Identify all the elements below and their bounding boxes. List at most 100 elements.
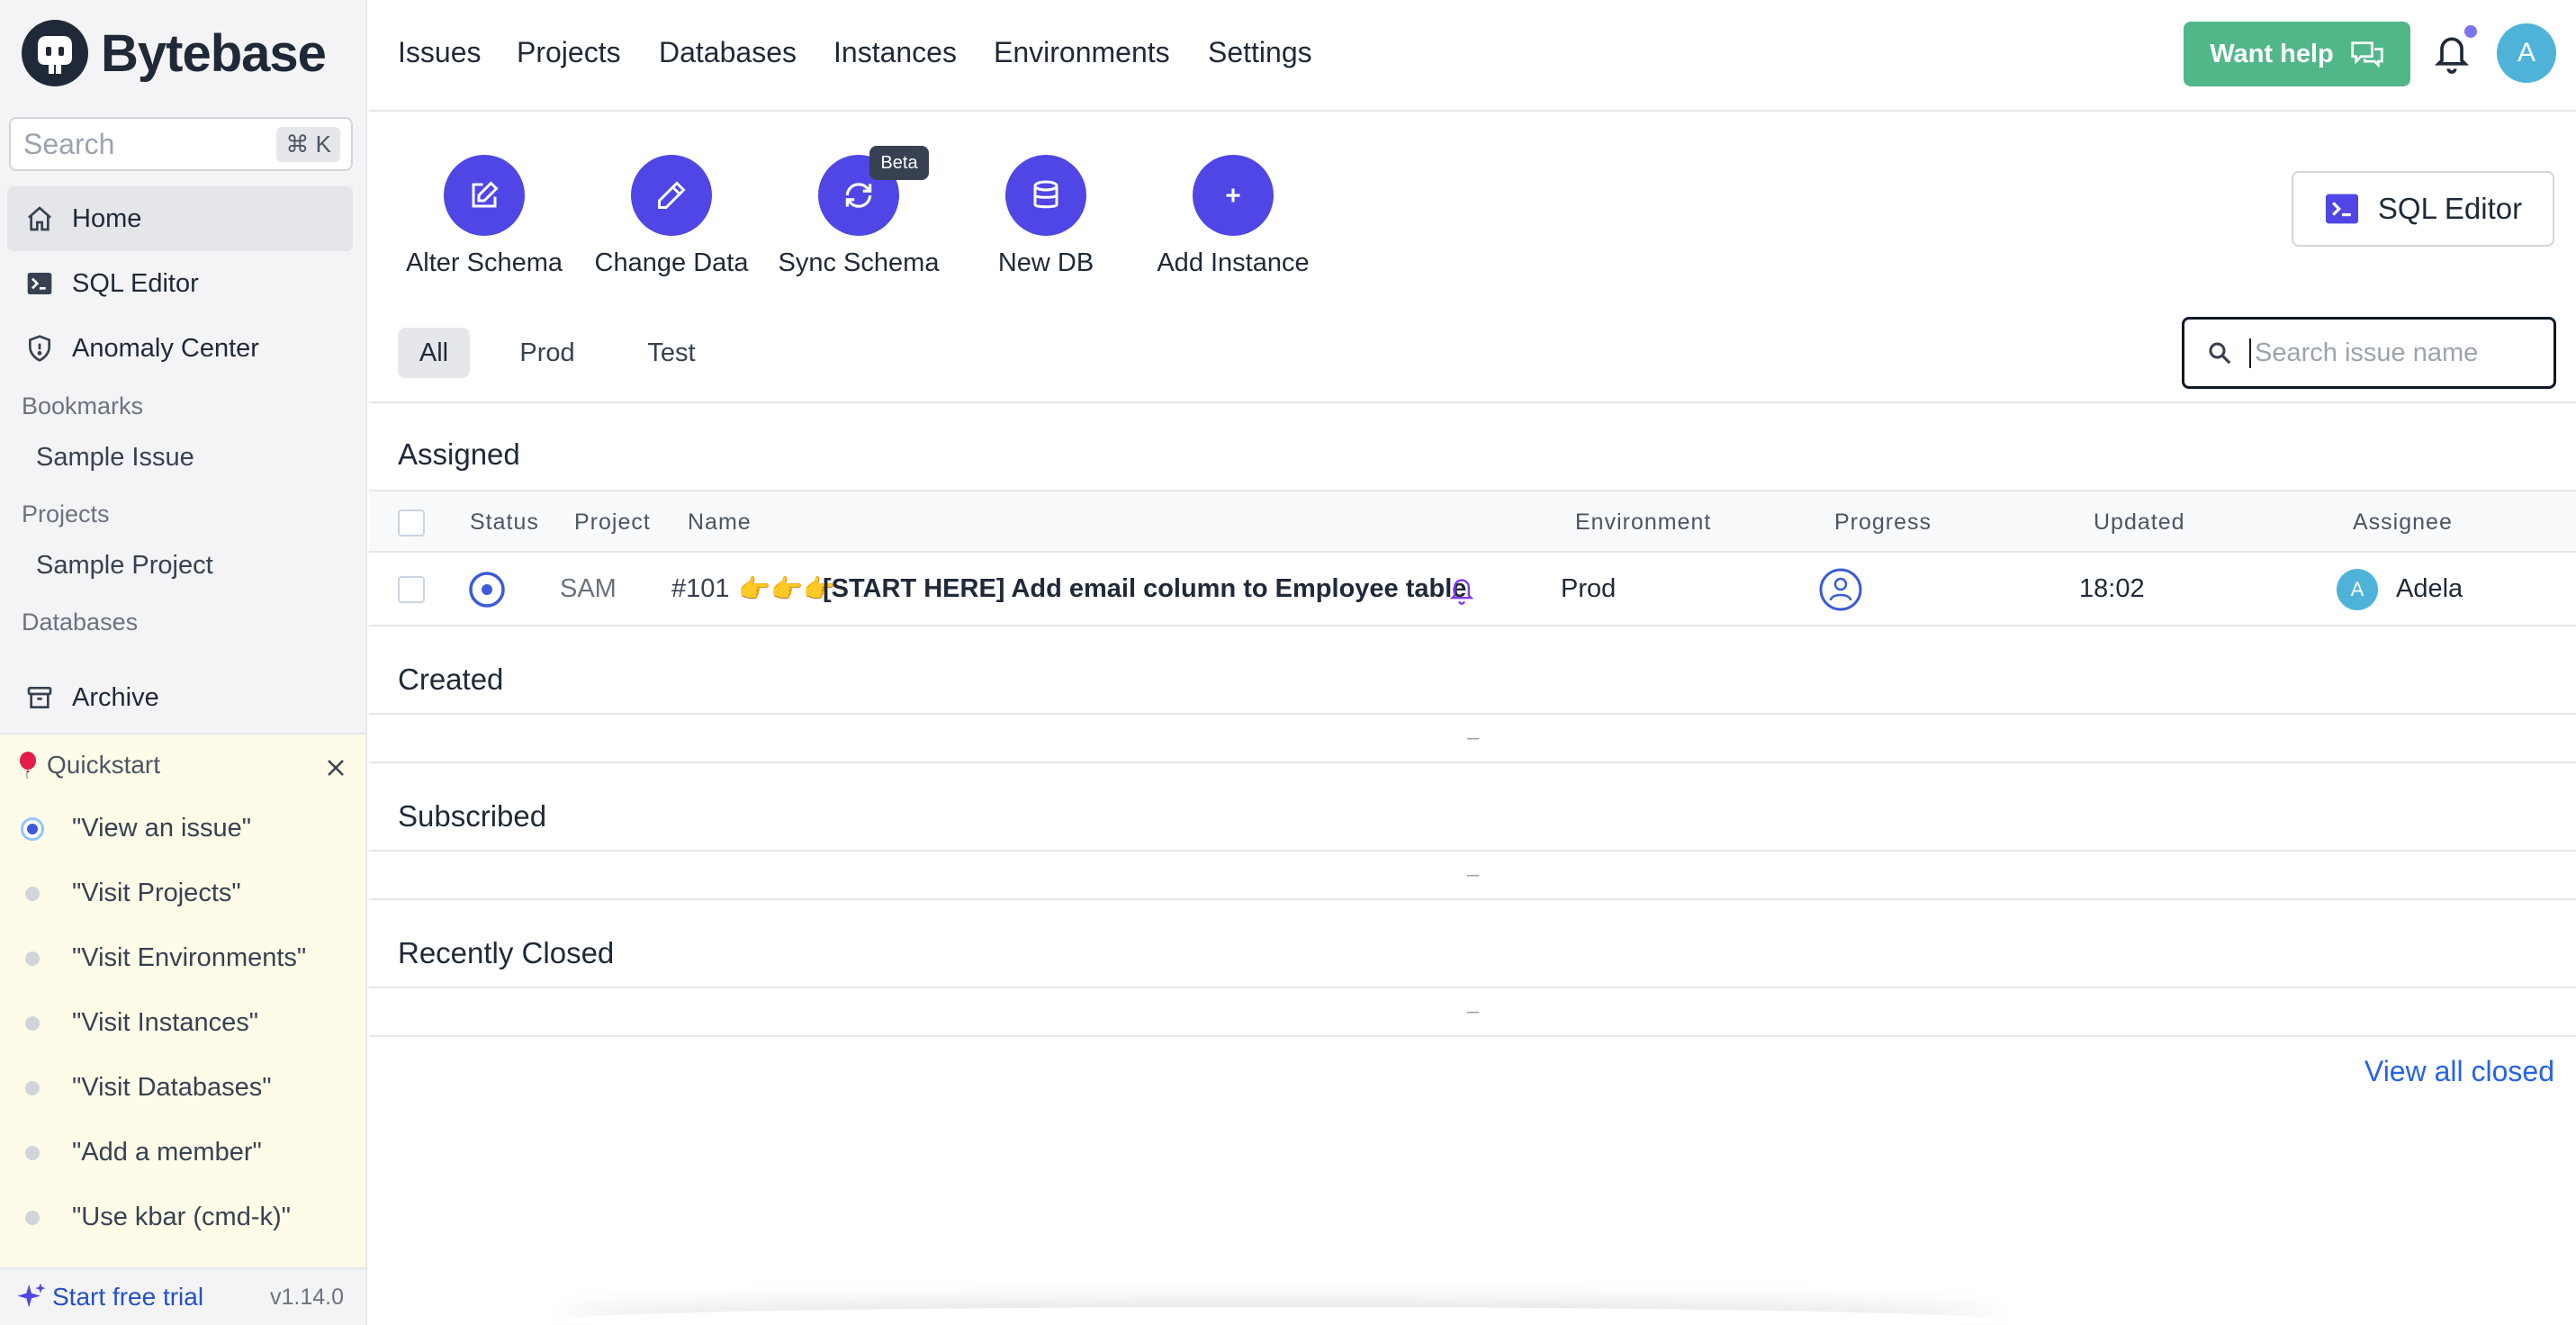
sidebar-item-anomaly-center[interactable]: Anomaly Center	[7, 316, 353, 381]
divider	[369, 898, 2576, 900]
row-issue-id: #101	[671, 574, 730, 603]
quick-action-label: Alter Schema	[405, 248, 563, 277]
quickstart-panel: Quickstart "View an issue" "Visit Projec…	[0, 733, 365, 1267]
nav-settings[interactable]: Settings	[1208, 36, 1312, 69]
table-header: Status Project Name Environment Progress…	[369, 490, 2576, 553]
quick-action-label: New DB	[997, 248, 1094, 277]
plus-icon	[1193, 155, 1274, 236]
issue-search-placeholder: Search issue name	[2249, 338, 2478, 368]
tab-all[interactable]: All	[398, 328, 470, 378]
sidebar-item-label: Home	[72, 203, 142, 233]
tab-prod[interactable]: Prod	[509, 328, 585, 378]
bottom-shadow	[558, 1307, 1998, 1325]
sidebar-search-placeholder: Search	[23, 127, 115, 160]
quickstart-item[interactable]: "Use kbar (cmd-k)"	[25, 1203, 291, 1232]
row-issue-name[interactable]: [START HERE] Add email column to Employe…	[823, 574, 1466, 604]
pencil-icon	[631, 155, 712, 236]
divider	[369, 401, 2576, 403]
column-name: Name	[688, 509, 752, 535]
table-row[interactable]: SAM #101 👉👉👉 [START HERE] Add email colu…	[369, 553, 2576, 626]
sql-editor-label: SQL Editor	[2377, 192, 2523, 225]
select-all-checkbox[interactable]	[398, 509, 425, 536]
nav-environments[interactable]: Environments	[994, 36, 1170, 69]
bookmarks-heading: Bookmarks	[22, 392, 144, 419]
column-updated: Updated	[2094, 509, 2185, 535]
quickstart-item[interactable]: "View an issue"	[21, 814, 251, 843]
row-checkbox[interactable]	[398, 576, 425, 603]
step-pending-icon	[25, 1145, 40, 1160]
change-data-button[interactable]: Change Data	[581, 155, 761, 278]
quickstart-item[interactable]: "Visit Projects"	[25, 879, 241, 908]
sidebar-footer: Start free trial v1.14.0	[0, 1267, 365, 1325]
quick-action-label: Add Instance	[1157, 248, 1310, 277]
terminal-icon	[23, 267, 56, 300]
column-assignee: Assignee	[2353, 509, 2453, 535]
projects-heading: Projects	[22, 500, 110, 527]
row-updated: 18:02	[2079, 574, 2145, 603]
start-free-trial-label: Start free trial	[52, 1283, 204, 1311]
sidebar: Bytebase Search ⌘ K Home SQL Editor Anom…	[0, 0, 367, 1325]
want-help-label: Want help	[2210, 39, 2334, 68]
new-db-button[interactable]: New DB	[956, 155, 1136, 278]
divider	[369, 850, 2576, 852]
home-icon	[23, 203, 56, 235]
issue-search-input[interactable]: Search issue name	[2182, 317, 2556, 389]
avatar[interactable]: A	[2497, 23, 2556, 83]
sidebar-search[interactable]: Search ⌘ K	[9, 117, 353, 171]
bytebase-logo-icon	[22, 20, 88, 86]
sidebar-item-home[interactable]: Home	[7, 186, 353, 251]
recently-closed-heading: Recently Closed	[398, 936, 615, 969]
nav-issues[interactable]: Issues	[398, 36, 481, 69]
start-free-trial-link[interactable]: Start free trial	[16, 1282, 270, 1312]
divider	[369, 987, 2576, 988]
sidebar-item-sql-editor[interactable]: SQL Editor	[7, 251, 353, 316]
balloon-icon	[20, 752, 36, 779]
quickstart-item[interactable]: "Visit Instances"	[25, 1008, 258, 1038]
column-environment: Environment	[1575, 509, 1712, 535]
sparkle-icon	[17, 1283, 46, 1308]
bookmark-item[interactable]: Sample Issue	[36, 443, 194, 473]
tab-test[interactable]: Test	[634, 328, 709, 378]
view-all-closed-link[interactable]: View all closed	[2364, 1055, 2554, 1088]
quickstart-title: Quickstart	[47, 751, 161, 779]
step-pending-icon	[25, 951, 40, 966]
archive-icon	[23, 681, 56, 714]
alter-schema-button[interactable]: Alter Schema	[394, 155, 574, 278]
row-environment: Prod	[1561, 574, 1617, 603]
subscribed-heading: Subscribed	[398, 799, 547, 833]
step-pending-icon	[25, 1080, 40, 1095]
empty-marker: –	[1467, 726, 1480, 750]
quickstart-header: Quickstart	[18, 751, 160, 780]
project-item[interactable]: Sample Project	[36, 551, 213, 581]
quickstart-item[interactable]: "Visit Environments"	[25, 943, 306, 973]
column-progress: Progress	[1834, 509, 1932, 535]
column-project: Project	[574, 509, 651, 535]
quickstart-item-label: "Visit Databases"	[72, 1073, 272, 1102]
app-name: Bytebase	[101, 23, 327, 83]
assigned-heading: Assigned	[398, 437, 520, 471]
quick-action-label: Sync Schema	[778, 248, 940, 277]
bytebase-logo[interactable]: Bytebase	[20, 18, 327, 88]
close-icon[interactable]	[320, 753, 351, 783]
nav-projects[interactable]: Projects	[517, 36, 621, 69]
assignee-avatar: A	[2337, 569, 2378, 610]
row-assignee: Adela	[2396, 574, 2463, 603]
sql-editor-button[interactable]: SQL Editor	[2292, 171, 2554, 247]
add-instance-button[interactable]: Add Instance	[1143, 155, 1323, 278]
want-help-button[interactable]: Want help	[2184, 22, 2410, 86]
quickstart-item[interactable]: "Visit Databases"	[25, 1073, 272, 1103]
quickstart-item[interactable]: "Add a member"	[25, 1138, 262, 1167]
row-project: SAM	[560, 574, 617, 603]
quickstart-item-label: "Add a member"	[72, 1138, 262, 1167]
nav-databases[interactable]: Databases	[659, 36, 797, 69]
empty-marker: –	[1467, 999, 1480, 1023]
quickstart-item-label: "Visit Instances"	[72, 1008, 259, 1037]
divider	[369, 713, 2576, 715]
quickstart-item-label: "View an issue"	[72, 814, 251, 843]
nav-instances[interactable]: Instances	[833, 36, 957, 69]
sidebar-item-archive[interactable]: Archive	[7, 665, 353, 730]
notification-dot	[2463, 23, 2479, 40]
progress-user-icon	[1819, 568, 1862, 611]
databases-heading[interactable]: Databases	[22, 608, 138, 636]
sidebar-item-label: Anomaly Center	[72, 333, 259, 363]
